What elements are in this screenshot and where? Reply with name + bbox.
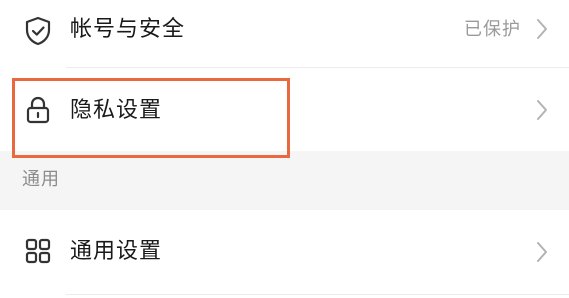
lock-icon	[24, 95, 52, 125]
settings-item-label: 通用设置	[70, 239, 163, 264]
chevron-right-icon	[535, 18, 549, 40]
status-text: 已保护	[464, 19, 521, 40]
divider	[66, 294, 569, 295]
settings-item-label: 隐私设置	[70, 98, 163, 123]
settings-item-general[interactable]: 通用设置	[0, 211, 569, 293]
shield-check-icon	[24, 16, 52, 46]
chevron-right-icon	[535, 99, 549, 121]
divider	[66, 67, 569, 68]
chevron-right-icon	[535, 241, 549, 263]
settings-item-privacy[interactable]: 隐私设置	[0, 69, 569, 150]
grid-icon	[24, 236, 52, 266]
settings-item-account-security[interactable]: 帐号与安全 已保护	[0, 0, 569, 66]
settings-item-label: 帐号与安全	[70, 17, 186, 42]
section-title: 通用	[22, 169, 60, 190]
settings-screen: 帐号与安全 已保护 隐私设置 通用 通用设置	[0, 0, 569, 298]
section-header	[0, 151, 569, 210]
